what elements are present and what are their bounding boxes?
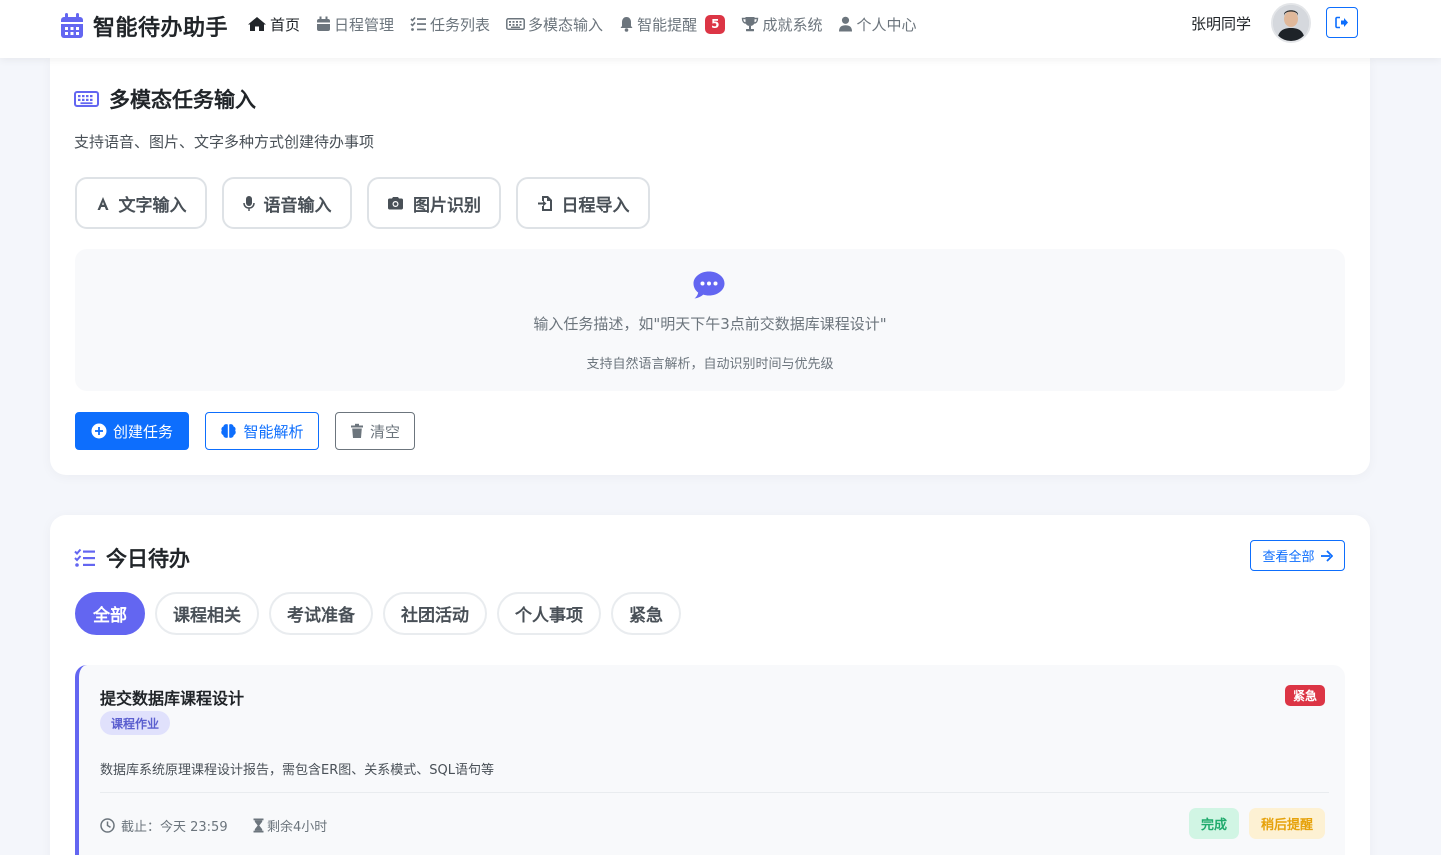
today-todo-card: 今日待办 查看全部 全部 课程相关 考试准备 社团活动 个人事项 紧急 提交数据… [50,515,1370,855]
create-task-label: 创建任务 [112,422,173,441]
task-divider [100,792,1329,793]
main-nav: 首页 日程管理 任务列表 多模态输入 智能提醒 5 成就系统 个人中心 [247,13,932,35]
task-input-area[interactable]: 输入任务描述，如"明天下午3点前交数据库课程设计" 支持自然语言解析，自动识别时… [75,249,1345,391]
create-task-button[interactable]: 创建任务 [75,412,189,450]
nav-label-tasks: 任务列表 [430,15,491,34]
filter-chip-urgent[interactable]: 紧急 [611,592,681,635]
nav-item-profile[interactable]: 个人中心 [838,13,916,35]
hourglass-icon [253,818,264,833]
notification-badge: 5 [705,14,726,34]
avatar-image [1273,5,1309,41]
task-category-tag: 课程作业 [100,711,171,735]
nav-label-reminders: 智能提醒 [637,15,698,34]
user-icon [839,16,853,32]
nav-item-tasks[interactable]: 任务列表 [410,13,490,35]
mode-image-label: 图片识别 [413,195,481,216]
multimodal-subtitle: 支持语音、图片、文字多种方式创建待办事项 [74,133,375,151]
clear-label: 清空 [369,422,400,441]
input-sub-hint: 支持自然语言解析，自动识别时间与优先级 [586,357,834,372]
microphone-icon [242,195,255,211]
keyboard-icon [506,18,525,30]
sign-out-icon [1335,16,1348,29]
comment-dots-icon [693,271,725,299]
camera-icon [388,197,403,210]
priority-badge: 紧急 [1285,685,1326,706]
filter-chip-all[interactable]: 全部 [75,592,145,635]
multimodal-input-card: 多模态任务输入 支持语音、图片、文字多种方式创建待办事项 文字输入 语音输入 图… [50,58,1370,475]
top-navbar: 智能待办助手 首页 日程管理 任务列表 多模态输入 智能提醒 5 成就系统 个人… [0,0,1441,58]
home-icon [248,17,266,31]
user-name[interactable]: 张明同学 [1191,13,1251,34]
clock-icon [100,818,115,833]
view-all-label: 查看全部 [1262,550,1315,565]
today-card-title: 今日待办 [74,543,190,573]
brand[interactable]: 智能待办助手 [60,10,228,42]
arrow-right-icon [1320,549,1333,562]
smart-parse-label: 智能解析 [243,422,304,441]
trash-icon [350,423,363,438]
mode-text-input-button[interactable]: 文字输入 [75,177,207,229]
remind-later-button[interactable]: 稍后提醒 [1249,808,1326,839]
task-deadline: 截止：今天 23:59 [100,816,228,835]
remaining-text: 剩余4小时 [267,820,328,835]
list-check-icon [410,16,427,31]
task-item[interactable]: 提交数据库课程设计 课程作业 紧急 数据库系统原理课程设计报告，需包含ER图、关… [75,665,1345,855]
calendar-icon [61,13,83,38]
list-check-icon [74,548,95,567]
avatar[interactable] [1271,3,1311,43]
task-description: 数据库系统原理课程设计报告，需包含ER图、关系模式、SQL语句等 [100,763,494,778]
multimodal-title-text: 多模态任务输入 [109,88,256,112]
filter-chip-personal[interactable]: 个人事项 [497,592,601,635]
plus-circle-icon [91,423,107,439]
mode-schedule-import-button[interactable]: 日程导入 [516,177,650,229]
deadline-text: 截止：今天 23:59 [121,820,228,835]
nav-item-reminders[interactable]: 智能提醒 5 [619,13,726,35]
nav-label-multimodal: 多模态输入 [528,15,604,34]
multimodal-card-title: 多模态任务输入 [74,84,256,114]
mode-text-label: 文字输入 [118,195,187,216]
mode-voice-input-button[interactable]: 语音输入 [222,177,352,229]
file-import-icon [537,195,552,211]
view-all-button[interactable]: 查看全部 [1250,540,1345,571]
task-title: 提交数据库课程设计 [100,689,245,708]
mode-voice-label: 语音输入 [263,195,332,216]
trophy-icon [742,17,759,32]
nav-label-schedule: 日程管理 [334,15,395,34]
nav-item-multimodal[interactable]: 多模态输入 [506,13,603,35]
nav-item-home[interactable]: 首页 [247,13,300,35]
calendar-icon [317,16,331,31]
clear-button[interactable]: 清空 [335,412,415,450]
input-hint: 输入任务描述，如"明天下午3点前交数据库课程设计" [533,315,887,333]
bell-icon [620,17,633,32]
nav-label-profile: 个人中心 [856,15,917,34]
filter-chip-exam[interactable]: 考试准备 [269,592,373,635]
nav-label-home: 首页 [270,15,301,34]
nav-label-achievements: 成就系统 [762,15,823,34]
mode-image-recognition-button[interactable]: 图片识别 [367,177,501,229]
mode-import-label: 日程导入 [561,195,630,216]
complete-task-button[interactable]: 完成 [1189,808,1240,839]
app-title: 智能待办助手 [93,16,229,41]
font-icon [97,196,108,210]
logout-button[interactable] [1326,7,1358,38]
brain-icon [221,424,237,438]
smart-parse-button[interactable]: 智能解析 [205,412,319,450]
filter-chip-club[interactable]: 社团活动 [383,592,487,635]
nav-item-schedule[interactable]: 日程管理 [316,13,394,35]
filter-chip-course[interactable]: 课程相关 [155,592,259,635]
keyboard-icon [74,91,99,107]
filter-chips: 全部 课程相关 考试准备 社团活动 个人事项 紧急 [75,592,691,635]
nav-item-achievements[interactable]: 成就系统 [741,13,822,35]
task-remaining: 剩余4小时 [253,816,327,835]
today-title-text: 今日待办 [106,547,190,571]
